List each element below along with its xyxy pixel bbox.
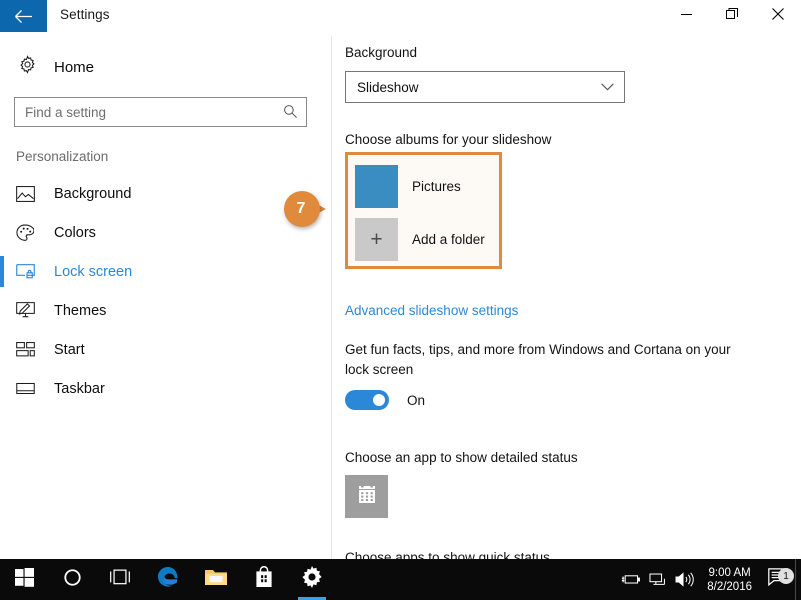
album-label: Pictures [412, 179, 461, 194]
network-icon[interactable] [644, 573, 671, 587]
action-center-button[interactable]: 1 [761, 568, 795, 591]
sidebar-item-themes[interactable]: Themes [0, 291, 331, 330]
picture-icon [16, 185, 46, 202]
toggle-state-label: On [407, 392, 426, 408]
back-arrow-icon [14, 9, 33, 24]
search-icon [283, 104, 298, 124]
sidebar-item-background[interactable]: Background [0, 174, 331, 213]
edge-icon [157, 566, 179, 594]
add-folder-button[interactable]: + Add a folder [355, 218, 485, 261]
sidebar-item-label: Colors [54, 224, 96, 241]
quick-status-label: Choose apps to show quick status [345, 550, 550, 559]
chevron-down-icon [601, 78, 614, 96]
album-item-pictures[interactable]: Pictures [355, 165, 461, 208]
cortana-description: Get fun facts, tips, and more from Windo… [345, 342, 731, 377]
album-label: Add a folder [412, 232, 485, 247]
lock-screen-icon [16, 263, 46, 280]
folder-icon [204, 567, 228, 592]
sidebar-item-taskbar[interactable]: Taskbar [0, 369, 331, 408]
battery-icon[interactable] [617, 573, 644, 586]
sidebar-section-title: Personalization [16, 149, 109, 164]
sidebar-item-start[interactable]: Start [0, 330, 331, 369]
plus-icon: + [355, 218, 398, 261]
brush-icon [16, 301, 46, 320]
background-select[interactable]: Slideshow [345, 71, 625, 103]
clock-time: 9:00 AM [708, 566, 751, 579]
restore-icon [726, 7, 738, 25]
show-desktop-button[interactable] [795, 559, 801, 600]
sidebar-home-label: Home [54, 58, 95, 76]
main-content: Background Slideshow Choose albums for y… [333, 36, 801, 559]
callout-bubble: 7 [284, 191, 320, 227]
sidebar-nav-list: Background Colors Lock screen Themes Sta… [0, 174, 331, 408]
sidebar-item-label: Themes [54, 302, 107, 319]
minimize-button[interactable] [663, 0, 709, 32]
albums-highlight-box: Pictures + Add a folder [345, 152, 502, 269]
cortana-toggle-row[interactable]: On [345, 390, 425, 410]
sidebar-item-label: Lock screen [54, 263, 133, 280]
background-select-value: Slideshow [357, 79, 419, 95]
task-view-icon [109, 569, 131, 590]
settings-button[interactable] [288, 559, 336, 600]
back-button[interactable] [0, 0, 47, 32]
store-bag-icon [254, 565, 274, 593]
clock-date: 8/2/2016 [707, 580, 752, 593]
advanced-slideshow-settings-link[interactable]: Advanced slideshow settings [345, 303, 518, 318]
callout-number: 7 [296, 200, 306, 217]
start-tiles-icon [16, 342, 46, 357]
sidebar-item-label: Start [54, 341, 85, 358]
callout-badge-7: 7 [284, 191, 326, 227]
file-explorer-button[interactable] [192, 559, 240, 600]
window-controls [663, 0, 801, 32]
sidebar: Home Personalization Background [0, 36, 332, 559]
system-tray: 9:00 AM 8/2/2016 1 [617, 559, 801, 600]
background-label: Background [345, 45, 418, 60]
sidebar-item-home[interactable]: Home [18, 50, 331, 84]
notification-badge: 1 [778, 568, 794, 584]
gear-icon [18, 55, 37, 79]
clock[interactable]: 9:00 AM 8/2/2016 [707, 566, 752, 594]
calendar-icon [355, 482, 379, 511]
detailed-status-label: Choose an app to show detailed status [345, 450, 578, 465]
taskbar-items [0, 559, 336, 600]
taskbar: 9:00 AM 8/2/2016 1 [0, 559, 801, 600]
task-view-button[interactable] [96, 559, 144, 600]
window-title: Settings [60, 7, 110, 22]
sidebar-item-colors[interactable]: Colors [0, 213, 331, 252]
restore-button[interactable] [709, 0, 755, 32]
search-input[interactable] [15, 104, 270, 120]
search-box[interactable] [14, 97, 307, 127]
store-button[interactable] [240, 559, 288, 600]
sidebar-item-label: Background [54, 185, 132, 202]
sidebar-item-label: Taskbar [54, 380, 105, 397]
title-bar: Settings [0, 0, 801, 36]
volume-icon[interactable] [671, 572, 698, 587]
start-button[interactable] [0, 559, 48, 600]
circle-icon [63, 568, 82, 592]
toggle-knob [373, 394, 385, 406]
picture-thumbnail [355, 165, 398, 208]
close-icon [772, 7, 784, 25]
taskbar-icon [16, 382, 46, 395]
cortana-toggle[interactable] [345, 390, 389, 410]
settings-window: Settings Home Find a setting Personaliza… [0, 0, 801, 600]
close-button[interactable] [755, 0, 801, 32]
palette-icon [16, 223, 46, 242]
calendar-app-tile[interactable] [345, 475, 388, 518]
sidebar-item-lock-screen[interactable]: Lock screen [0, 252, 331, 291]
edge-button[interactable] [144, 559, 192, 600]
albums-label: Choose albums for your slideshow [345, 132, 552, 147]
gear-icon [301, 566, 323, 593]
minimize-icon [680, 7, 692, 25]
cortana-button[interactable] [48, 559, 96, 600]
windows-logo-icon [14, 567, 34, 592]
